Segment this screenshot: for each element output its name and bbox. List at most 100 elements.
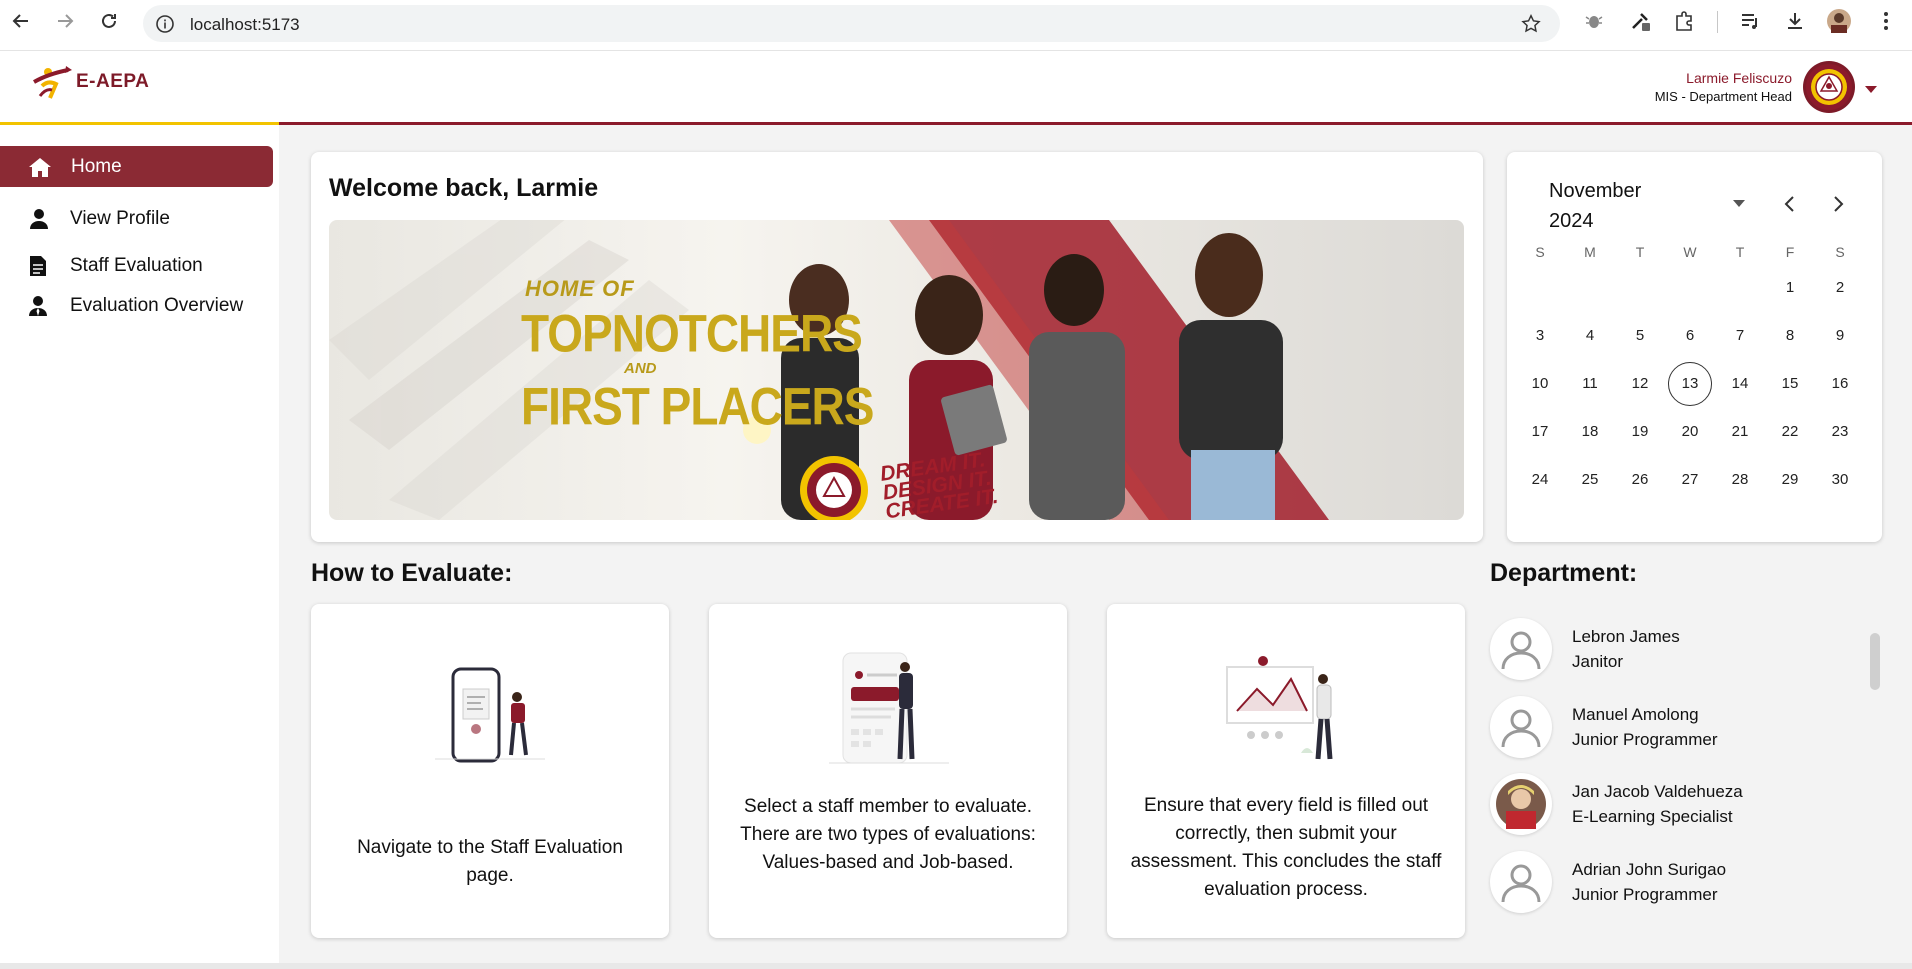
calendar-cell: 28 xyxy=(1715,460,1765,500)
calendar-day[interactable]: 7 xyxy=(1736,327,1744,344)
calendar-cell: 18 xyxy=(1565,412,1615,452)
department-member[interactable]: Lebron James Janitor xyxy=(1490,618,1680,680)
calendar-day[interactable]: 30 xyxy=(1832,471,1849,488)
banner-home-of: HOME OF xyxy=(525,276,635,301)
calendar-cell: 20 xyxy=(1665,412,1715,452)
download-icon[interactable] xyxy=(1783,9,1807,33)
calendar-cell: 10 xyxy=(1515,364,1565,404)
calendar-day[interactable]: 6 xyxy=(1686,327,1694,344)
sidebar-item-staff-evaluation[interactable]: Staff Evaluation xyxy=(0,246,203,286)
site-info-icon[interactable] xyxy=(155,14,175,39)
department-member[interactable]: Manuel Amolong Junior Programmer xyxy=(1490,696,1718,758)
calendar-day[interactable]: 12 xyxy=(1632,375,1649,392)
address-bar[interactable]: localhost:5173 xyxy=(143,5,1560,42)
calendar-day[interactable]: 26 xyxy=(1632,471,1649,488)
weekday-label: T xyxy=(1735,244,1745,260)
calendar-day[interactable]: 21 xyxy=(1732,423,1749,440)
member-name: Jan Jacob Valdehueza xyxy=(1572,782,1743,801)
calendar-cell: 6 xyxy=(1665,316,1715,356)
calendar-day[interactable]: 25 xyxy=(1582,471,1599,488)
app-logo[interactable]: E-AEPA xyxy=(30,64,149,100)
calendar-week-row: 12 xyxy=(1515,264,1875,312)
sidebar-item-label: Staff Evaluation xyxy=(70,255,203,276)
url-text: localhost:5173 xyxy=(190,15,300,34)
reload-icon[interactable] xyxy=(98,10,120,32)
calendar-day[interactable]: 4 xyxy=(1586,327,1594,344)
calendar-cell: 7 xyxy=(1715,316,1765,356)
calendar-day[interactable]: 3 xyxy=(1536,327,1544,344)
bug-extension-icon[interactable] xyxy=(1582,9,1606,33)
calendar-day[interactable]: 16 xyxy=(1832,375,1849,392)
logo-figure-icon xyxy=(33,66,72,99)
calendar-day[interactable]: 29 xyxy=(1782,471,1799,488)
sidebar-item-evaluation-overview[interactable]: Evaluation Overview xyxy=(0,286,243,326)
month-dropdown-icon[interactable] xyxy=(1727,192,1751,216)
calendar-day[interactable]: 10 xyxy=(1532,375,1549,392)
calendar-day-today[interactable]: 13 xyxy=(1668,362,1712,406)
calendar-cell: 29 xyxy=(1765,460,1815,500)
calendar-day[interactable]: 20 xyxy=(1682,423,1699,440)
calendar-cell xyxy=(1565,268,1615,308)
next-month-icon[interactable] xyxy=(1827,192,1851,216)
calendar-day[interactable]: 1 xyxy=(1786,279,1794,296)
user-avatar[interactable] xyxy=(1803,61,1855,113)
calendar-day[interactable]: 14 xyxy=(1732,375,1749,392)
calendar-cell: 17 xyxy=(1515,412,1565,452)
calendar-day[interactable]: 5 xyxy=(1636,327,1644,344)
sidebar-item-home[interactable]: Home xyxy=(0,146,273,187)
calendar-cell: 25 xyxy=(1565,460,1615,500)
browser-toolbar: localhost:5173 xyxy=(0,0,1912,51)
calendar-cell: 14 xyxy=(1715,364,1765,404)
bookmark-star-icon[interactable] xyxy=(1520,13,1542,40)
forward-icon[interactable] xyxy=(54,10,76,32)
department-member[interactable]: Adrian John Surigao Junior Programmer xyxy=(1490,851,1726,913)
calendar-day[interactable]: 2 xyxy=(1836,279,1844,296)
sidebar-item-label: Home xyxy=(71,155,122,177)
more-menu-icon[interactable] xyxy=(1874,9,1898,33)
calendar-cell: 22 xyxy=(1765,412,1815,452)
calendar-cell: 5 xyxy=(1615,316,1665,356)
calendar-day[interactable]: 22 xyxy=(1782,423,1799,440)
calendar-day[interactable]: 24 xyxy=(1532,471,1549,488)
logo-text: E-AEPA xyxy=(76,71,150,92)
calendar-cell: 21 xyxy=(1715,412,1765,452)
department-scrollbar[interactable] xyxy=(1870,633,1880,690)
calendar-month-label[interactable]: November 2024 xyxy=(1549,176,1689,236)
calendar-cell: 27 xyxy=(1665,460,1715,500)
calendar-day[interactable]: 15 xyxy=(1782,375,1799,392)
eyedropper-extension-icon[interactable] xyxy=(1628,9,1652,33)
default-avatar-icon xyxy=(1490,851,1552,913)
step-2-text: Select a staff member to evaluate. There… xyxy=(740,796,1036,873)
calendar-cell: 1 xyxy=(1765,268,1815,308)
calendar-cell: 26 xyxy=(1615,460,1665,500)
extensions-puzzle-icon[interactable] xyxy=(1672,9,1696,33)
calendar-day[interactable]: 28 xyxy=(1732,471,1749,488)
banner-first-placers: FIRST PLACERS xyxy=(521,376,874,436)
calendar-day[interactable]: 11 xyxy=(1582,375,1598,392)
calendar-day[interactable]: 17 xyxy=(1532,423,1549,440)
select-staff-illustration xyxy=(829,652,949,764)
document-icon xyxy=(26,254,50,278)
main-content: Welcome back, Larmie HOME OF TOPNOTCHERS… xyxy=(279,125,1912,963)
calendar-day[interactable]: 23 xyxy=(1832,423,1849,440)
user-info: Larmie Feliscuzo MIS - Department Head xyxy=(1655,70,1792,104)
how-to-title: How to Evaluate: xyxy=(311,559,513,587)
step-card-2: Select a staff member to evaluate. There… xyxy=(709,604,1067,938)
calendar-day[interactable]: 8 xyxy=(1786,327,1794,344)
sidebar-item-view-profile[interactable]: View Profile xyxy=(0,199,170,239)
profile-avatar-icon[interactable] xyxy=(1827,9,1851,33)
calendar-day[interactable]: 27 xyxy=(1682,471,1699,488)
calendar-day[interactable]: 18 xyxy=(1582,423,1599,440)
calendar-cell xyxy=(1615,268,1665,308)
back-icon[interactable] xyxy=(10,10,32,32)
user-menu-caret-icon[interactable] xyxy=(1864,82,1878,100)
weekday-label: S xyxy=(1535,244,1545,260)
person-icon xyxy=(27,207,51,231)
media-queue-icon[interactable] xyxy=(1738,9,1762,33)
weekday-label: S xyxy=(1835,244,1845,260)
prev-month-icon[interactable] xyxy=(1777,192,1801,216)
calendar-day[interactable]: 19 xyxy=(1632,423,1649,440)
calendar-cell: 4 xyxy=(1565,316,1615,356)
calendar-day[interactable]: 9 xyxy=(1836,327,1844,344)
department-member[interactable]: Jan Jacob Valdehueza E-Learning Speciali… xyxy=(1490,773,1743,835)
